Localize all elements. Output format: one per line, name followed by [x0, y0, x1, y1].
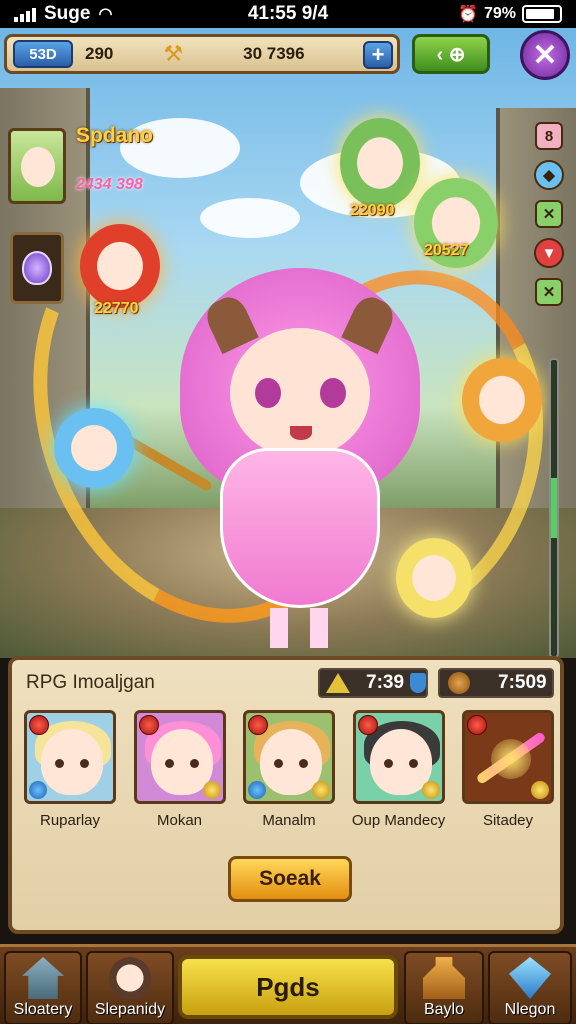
ally-blue-girl[interactable] [54, 408, 134, 488]
character-icon [109, 957, 151, 999]
hero-card-3[interactable]: Manalm [243, 710, 335, 829]
hero-name: Sitadey [482, 812, 534, 829]
timer-1-value: 7:39 [366, 672, 405, 693]
nav-item-nlegon[interactable]: Nlegon [488, 951, 572, 1024]
hero-name: Manalm [262, 812, 316, 829]
water-element-icon [248, 781, 266, 799]
water-element-icon [29, 781, 47, 799]
signal-icon [14, 6, 36, 22]
nav-back-button[interactable]: ‹ ⊕ [412, 34, 490, 74]
crystal-icon [509, 957, 551, 999]
gem-slot[interactable] [10, 232, 64, 304]
battery-percent: 79% [483, 5, 516, 22]
status-bar: Suge ◠ 41:55 9/4 ⏰ 79% [0, 0, 576, 28]
hero-list: Ruparlay Mokan Manalm Oup Mandecy Sitade… [24, 710, 554, 829]
side-button-count[interactable]: 8 [535, 122, 563, 150]
timer-1: 7:39 [318, 668, 428, 698]
fire-element-icon [248, 715, 268, 735]
ally-red-catgirl[interactable] [80, 224, 160, 308]
fire-element-icon [467, 715, 487, 735]
wifi-icon: ◠ [98, 6, 113, 23]
ally-power-3: 22770 [94, 300, 139, 317]
timer-2-value: 7:509 [498, 672, 547, 693]
battery-icon [522, 5, 562, 23]
shield-icon [410, 673, 426, 693]
resource-bar: 53D 290 ⚒ 30 7396 + [4, 34, 400, 74]
timer-2: 7:509 [438, 668, 554, 698]
fire-element-icon [357, 715, 378, 735]
hero-card-1[interactable]: Ruparlay [24, 710, 116, 829]
light-element-icon [202, 781, 221, 799]
side-button-down[interactable]: ▼ [534, 238, 564, 268]
resource-2-value: 30 7396 [243, 44, 305, 63]
player-avatar[interactable] [8, 128, 66, 204]
side-button-gem[interactable]: ◆ [534, 160, 564, 190]
fire-element-icon [138, 715, 159, 735]
nav-item-baylo[interactable]: Baylo [404, 951, 484, 1024]
level-badge[interactable]: 53D [13, 40, 73, 68]
hammer-icon: ⚒ [163, 41, 184, 66]
side-button-column: 8 ◆ ✕ ▼ ✕ [532, 122, 566, 306]
ally-green-catgirl[interactable] [340, 118, 420, 208]
ally-orange-girl[interactable] [462, 358, 542, 442]
purple-gem-icon [22, 251, 52, 285]
light-element-icon [531, 781, 549, 799]
hero-name: Ruparlay [39, 812, 101, 829]
side-button-close-1[interactable]: ✕ [535, 200, 563, 228]
hero-card-4[interactable]: Oup Mandecy [351, 710, 446, 829]
nav-label: Baylo [423, 1001, 465, 1018]
ally-power-1: 22090 [350, 202, 395, 219]
clock: 41:55 9/4 [247, 3, 329, 24]
main-action-button[interactable]: Pgds [178, 955, 398, 1019]
add-resource-button[interactable]: + [363, 41, 393, 69]
nav-label: Nlegon [504, 1001, 556, 1018]
game-scene: 22090 20527 22770 53D 290 ⚒ 30 7396 + ‹ … [0, 28, 576, 658]
resource-1-value: 290 [85, 44, 114, 63]
panel-title: RPG Imoaljgan [26, 672, 155, 693]
light-element-icon [421, 781, 440, 799]
alarm-icon: ⏰ [458, 6, 478, 23]
fire-element-icon [29, 715, 49, 735]
ally-blonde-girl[interactable] [396, 538, 472, 618]
hero-name: Mokan [156, 812, 203, 829]
hero-card-2[interactable]: Mokan [133, 710, 226, 829]
summon-button[interactable]: Soeak [228, 856, 352, 902]
house-icon [22, 957, 64, 999]
hero-name: Oup Mandecy [351, 812, 446, 829]
party-panel: RPG Imoaljgan 7:39 7:509 Ruparlay Mokan … [8, 656, 564, 934]
carrier-name: Suge [44, 3, 91, 24]
player-name: Spdano [76, 124, 153, 147]
nav-item-sloatery[interactable]: Sloatery [4, 951, 82, 1024]
top-bar: 53D 290 ⚒ 30 7396 + ‹ ⊕ ✕ [0, 30, 576, 80]
bottom-nav: Sloatery Slepanidy Pgds Baylo Nlegon [0, 944, 576, 1024]
zoom-slider[interactable] [549, 358, 559, 658]
nav-label: Slepanidy [94, 1001, 166, 1018]
player-power: 2434 398 [76, 176, 143, 193]
coin-icon [448, 672, 470, 694]
potion-icon [423, 957, 465, 999]
nav-label: Sloatery [13, 1001, 73, 1018]
light-element-icon [312, 781, 330, 799]
warning-icon [326, 673, 350, 693]
close-button[interactable]: ✕ [520, 30, 570, 80]
nav-item-slepanidy[interactable]: Slepanidy [86, 951, 174, 1024]
ally-power-2: 20527 [424, 242, 469, 259]
hero-card-5[interactable]: Sitadey [462, 710, 554, 829]
side-button-close-2[interactable]: ✕ [535, 278, 563, 306]
